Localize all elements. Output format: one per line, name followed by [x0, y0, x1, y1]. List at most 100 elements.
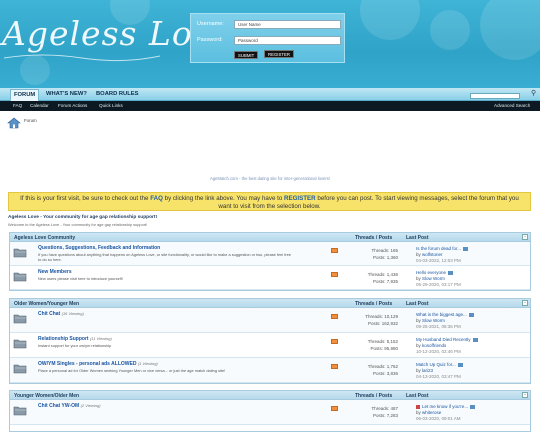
forum-title[interactable]: OW/YM Singles - personal ads ALLOWED (1 … [38, 361, 158, 367]
viewing-count: (2 Viewing) [80, 403, 101, 408]
threads-count: Threads: 1,436 [367, 272, 398, 277]
section-older-women-younger-men: Older Women/Younger Men Threads / Posts … [9, 298, 531, 384]
forum-folder-icon [13, 364, 27, 374]
subnav-faq[interactable]: FAQ [13, 103, 22, 108]
forum-title-text[interactable]: New Members [38, 269, 72, 275]
last-post-author[interactable]: Slow Worm [422, 276, 445, 281]
tab-board-rules[interactable]: BOARD RULES [96, 91, 139, 97]
viewing-count: (1 Viewing) [137, 361, 158, 366]
rss-icon[interactable] [331, 364, 338, 369]
notice-faq-link[interactable]: FAQ [150, 195, 163, 202]
password-label: Password: [197, 37, 223, 43]
forum-stats: Threads: 165 Posts: 1,360 [346, 247, 398, 261]
last-post-title[interactable]: Match Up Quiz for... [416, 362, 456, 367]
rss-icon[interactable] [331, 272, 338, 277]
search-input[interactable] [470, 93, 520, 99]
forum-folder-icon [13, 406, 27, 416]
go-to-post-icon[interactable] [472, 337, 478, 342]
home-icon[interactable] [7, 117, 21, 129]
ad-banner[interactable]: AgeMatch.com - the best dating site for … [0, 176, 540, 181]
main-nav: FORUM WHAT'S NEW? BOARD RULES [0, 88, 540, 101]
ad-banner-alt[interactable]: AgeMatch.com - the best dating site for … [210, 176, 330, 181]
forum-title[interactable]: Chit Chat (36 Viewing) [38, 311, 84, 317]
forum-list: Questions, Suggestions, Feedback and Inf… [10, 242, 530, 290]
col-last-post: Last Post [406, 301, 429, 307]
forum-title-text[interactable]: Questions, Suggestions, Feedback and Inf… [38, 245, 160, 251]
forum-title[interactable]: New Members [38, 269, 72, 275]
password-input[interactable]: Password [234, 36, 341, 45]
forum-title[interactable]: Questions, Suggestions, Feedback and Inf… [38, 245, 160, 251]
threads-count: Threads: 1,762 [367, 364, 398, 369]
section-header: Older Women/Younger Men Threads / Posts … [10, 299, 530, 308]
last-post-date: 05-29-2020, 03:17 PM [416, 282, 461, 287]
last-post-title[interactable]: Is the forum dead for... [416, 246, 461, 251]
forum-row: OW/YM Singles - personal ads ALLOWED (1 … [10, 358, 530, 383]
last-post-author[interactable]: kosoffriends [422, 343, 446, 348]
last-post: Match Up Quiz for... by lari23 04-13-202… [416, 362, 463, 379]
go-to-post-icon[interactable] [457, 362, 463, 367]
subnav-forum-actions[interactable]: Forum Actions [58, 103, 87, 108]
collapse-icon[interactable]: − [522, 300, 528, 306]
forum-title-text[interactable]: Chit Chat [38, 311, 60, 317]
forum-list: Chit Chat (36 Viewing) Threads: 10,129 Po… [10, 308, 530, 383]
last-post-author[interactable]: whiterose [422, 410, 441, 415]
last-post-title[interactable]: Hello everyone [416, 270, 446, 275]
col-threads-posts: Threads / Posts [355, 393, 393, 399]
collapse-icon[interactable]: − [522, 234, 528, 240]
forum-description: If you have questions about anything tha… [38, 252, 291, 262]
rss-icon[interactable] [331, 406, 338, 411]
forum-title-text[interactable]: Chit Chat YW-OM [38, 403, 79, 409]
section-title[interactable]: Older Women/Younger Men [14, 301, 79, 307]
register-button[interactable]: REGISTER [264, 50, 294, 58]
last-post-date: 06-03-2020, 09:01 AM [416, 416, 461, 421]
last-post-title[interactable]: What is the biggest age... [416, 312, 467, 317]
subnav-calendar[interactable]: Calendar [30, 103, 49, 108]
search-icon[interactable]: ⚲ [531, 89, 536, 97]
collapse-icon[interactable]: − [522, 392, 528, 398]
go-to-post-icon[interactable] [463, 246, 469, 251]
submit-button[interactable]: SUBMIT [234, 51, 259, 59]
forum-stats: Threads: 5,152 Posts: 95,980 [346, 338, 398, 352]
posts-count: Posts: 95,980 [370, 346, 398, 351]
section-title[interactable]: Younger Women/Older Men [14, 393, 79, 399]
forum-row: Chit Chat (36 Viewing) Threads: 10,129 Po… [10, 308, 530, 333]
last-post-author[interactable]: lari23 [422, 368, 433, 373]
post-icon [416, 404, 420, 409]
forum-title[interactable]: Chit Chat YW-OM (2 Viewing) [38, 403, 101, 409]
forum-title-text[interactable]: OW/YM Singles - personal ads ALLOWED [38, 361, 136, 367]
tab-forum[interactable]: FORUM [10, 89, 40, 101]
advanced-search-link[interactable]: Advanced Search [494, 103, 530, 108]
posts-count: Posts: 7,935 [372, 279, 398, 284]
forum-folder-icon [13, 314, 27, 324]
go-to-post-icon[interactable] [448, 270, 454, 275]
forum-title[interactable]: Relationship Support (11 Viewing) [38, 336, 112, 342]
forum-row: New Members New users please visit here … [10, 266, 530, 290]
go-to-post-icon[interactable] [470, 404, 476, 409]
breadcrumb[interactable]: Forum [24, 118, 37, 123]
last-post-title[interactable]: Let me know if you're... [422, 404, 468, 409]
forum-row: Questions, Suggestions, Feedback and Inf… [10, 242, 530, 266]
last-post-author[interactable]: wolfstoner [422, 252, 443, 257]
rss-icon[interactable] [331, 314, 338, 319]
tab-whats-new[interactable]: WHAT'S NEW? [46, 91, 87, 97]
forum-title-text[interactable]: Relationship Support [38, 336, 89, 342]
section-title[interactable]: Ageless Love Community [14, 235, 75, 241]
col-threads-posts: Threads / Posts [355, 235, 393, 241]
rss-icon[interactable] [331, 339, 338, 344]
last-post: Hello everyone by Slow Worm 05-29-2020, … [416, 270, 461, 287]
subnav-quick-links[interactable]: Quick Links [99, 103, 123, 108]
forum-description: Place a personal ad for Older Women seek… [38, 368, 226, 373]
forum-row: Chit Chat YW-OM (2 Viewing) Threads: 487… [10, 400, 530, 425]
welcome-title: Ageless Love - Your community for age ga… [8, 215, 158, 220]
forum-folder-icon [13, 339, 27, 349]
rss-icon[interactable] [331, 248, 338, 253]
last-post-title[interactable]: My Husband Died Recently [416, 337, 471, 342]
threads-count: Threads: 487 [371, 406, 398, 411]
username-input[interactable]: User Name [234, 20, 341, 29]
sub-nav: FAQ Calendar Forum Actions Quick Links A… [0, 101, 540, 111]
notice-register-link[interactable]: REGISTER [284, 195, 316, 202]
col-last-post: Last Post [406, 235, 429, 241]
go-to-post-icon[interactable] [468, 312, 474, 317]
site-header: Ageless Love Username: User Name Passwor… [0, 0, 540, 88]
last-post-author[interactable]: Slow Worm [422, 318, 445, 323]
